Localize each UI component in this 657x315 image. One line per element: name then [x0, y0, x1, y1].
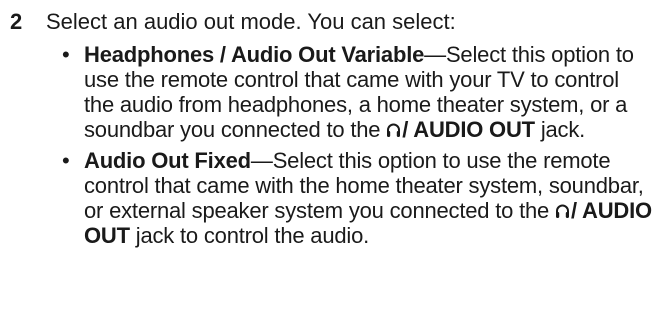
option-body: Headphones / Audio Out Variable—Select t…	[84, 42, 652, 142]
option-audio-out-fixed: • Audio Out Fixed—Select this option to …	[62, 148, 652, 248]
bullet-icon: •	[62, 148, 70, 173]
option-title: Audio Out Fixed	[84, 148, 251, 173]
option-headphones-variable: • Headphones / Audio Out Variable—Select…	[62, 42, 652, 142]
step-number: 2	[10, 9, 23, 34]
jack-label: / AUDIO OUT	[402, 117, 535, 142]
headphones-icon	[387, 123, 401, 137]
option-tail: jack to control the audio.	[135, 223, 370, 248]
option-tail: jack.	[540, 117, 586, 142]
bullet-icon: •	[62, 42, 70, 67]
headphones-icon	[556, 204, 570, 218]
option-list: • Headphones / Audio Out Variable—Select…	[62, 42, 652, 254]
option-body: Audio Out Fixed—Select this option to us…	[84, 148, 652, 248]
step-text: Select an audio out mode. You can select…	[46, 9, 456, 34]
option-title: Headphones / Audio Out Variable	[84, 42, 425, 67]
